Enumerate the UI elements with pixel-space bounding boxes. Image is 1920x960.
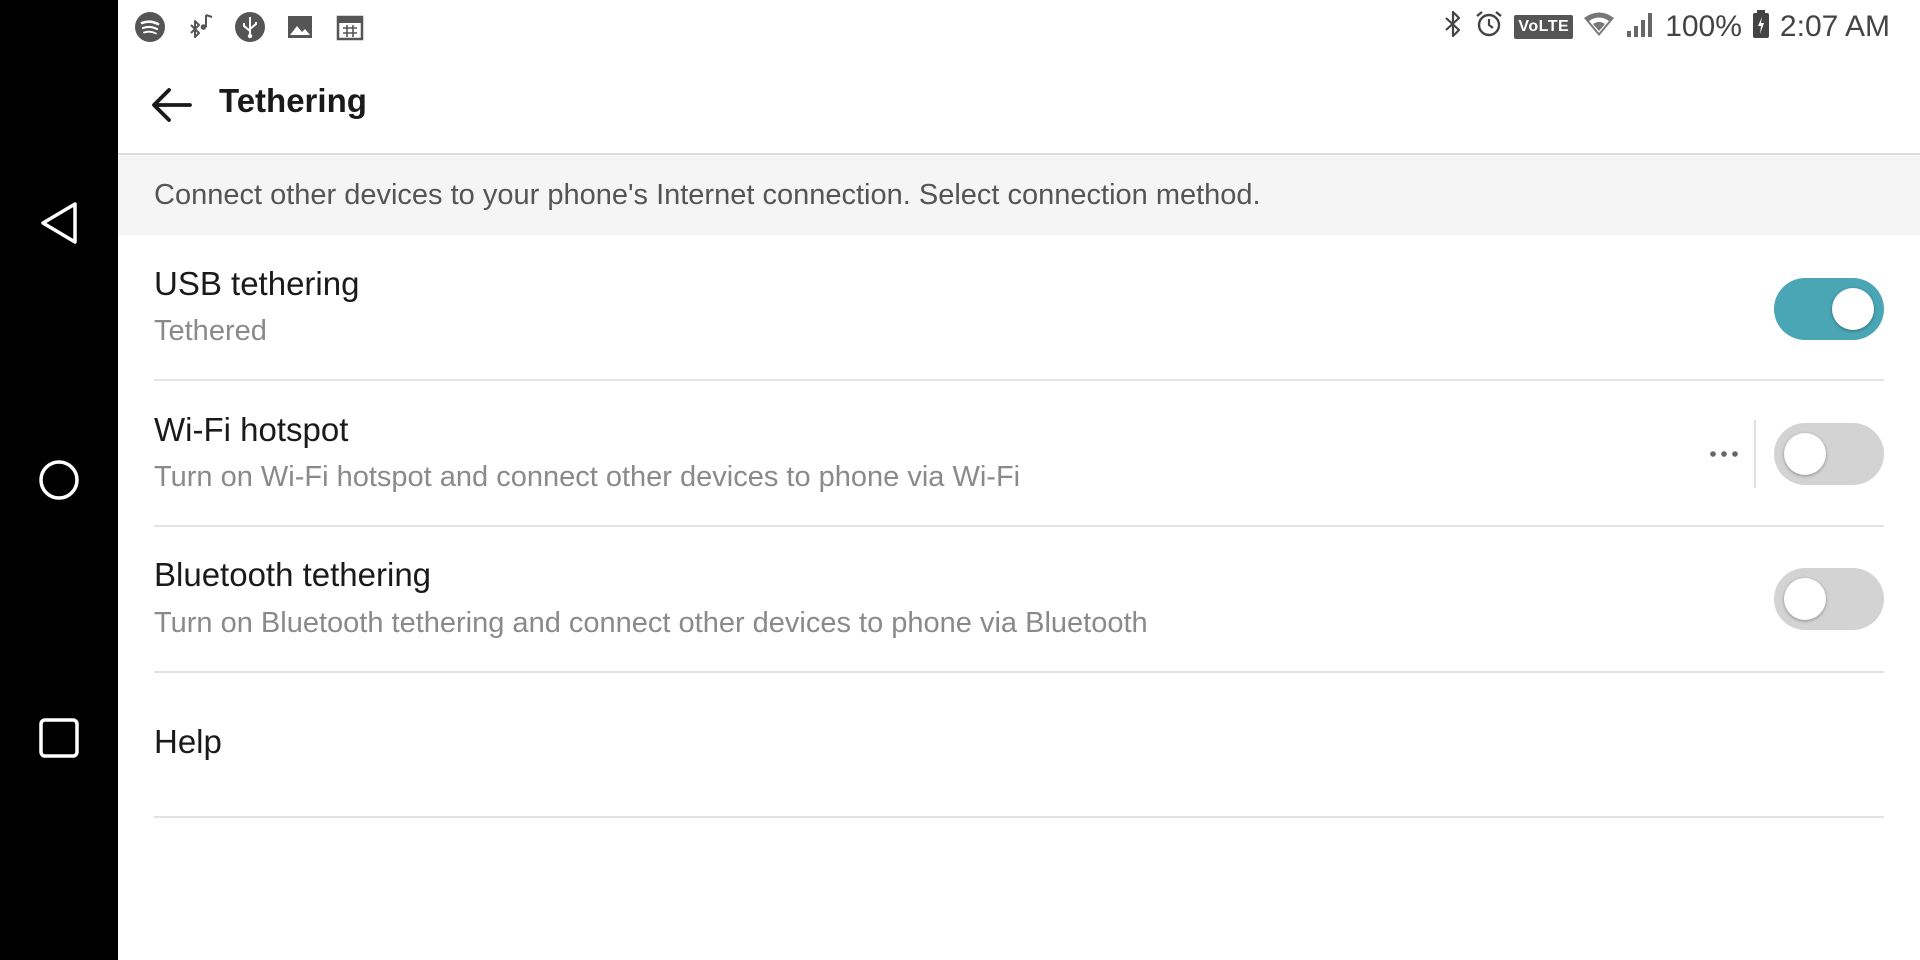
more-horizontal-icon: [1710, 451, 1738, 457]
back-button[interactable]: [144, 78, 198, 132]
setting-title: Wi-Fi hotspot: [154, 411, 349, 448]
bluetooth-tethering-toggle[interactable]: [1774, 568, 1884, 630]
toggle-knob: [1784, 433, 1826, 475]
help-item[interactable]: Help: [154, 673, 1884, 818]
setting-title: Bluetooth tethering: [154, 556, 432, 593]
wifi-hotspot-toggle[interactable]: [1774, 423, 1884, 485]
status-bar: VoLTE 100% 2:07 AM: [118, 0, 1920, 54]
clock: 2:07 AM: [1779, 10, 1890, 43]
image-icon: [284, 11, 316, 43]
toggle-knob: [1784, 578, 1826, 620]
setting-bluetooth-tethering[interactable]: Bluetooth tethering Turn on Bluetooth te…: [154, 527, 1884, 673]
nav-back-button[interactable]: [0, 178, 118, 268]
alarm-icon: [1474, 9, 1504, 46]
recents-square-icon: [39, 718, 79, 758]
setting-title: USB tethering: [154, 265, 360, 302]
system-status-icons: VoLTE 100% 2:07 AM: [1442, 8, 1890, 46]
bluetooth-icon: [1442, 9, 1464, 46]
wifi-hotspot-more-button[interactable]: [1704, 434, 1744, 474]
wifi-icon: [1583, 10, 1615, 45]
description-banner: Connect other devices to your phone's In…: [118, 156, 1920, 235]
help-label: Help: [154, 723, 222, 760]
page-title: Tethering: [219, 82, 367, 119]
app-bar: Tethering: [118, 54, 1920, 155]
back-arrow-icon: [152, 88, 192, 122]
bluetooth-music-icon: [184, 11, 216, 43]
signal-icon: [1625, 10, 1655, 45]
setting-subtitle: Turn on Wi-Fi hotspot and connect other …: [154, 461, 1021, 493]
home-circle-icon: [39, 460, 79, 500]
setting-subtitle: Tethered: [154, 315, 267, 347]
battery-percent: 100%: [1665, 10, 1742, 43]
calendar-icon: [334, 11, 366, 43]
vertical-divider: [1754, 420, 1756, 488]
main-screen: VoLTE 100% 2:07 AM Tethering Connect oth…: [118, 0, 1920, 960]
notification-icons: [134, 11, 366, 43]
back-triangle-icon: [41, 202, 77, 244]
spotify-icon: [134, 11, 166, 43]
usb-tethering-toggle[interactable]: [1774, 278, 1884, 340]
nav-home-button[interactable]: [0, 435, 118, 525]
setting-usb-tethering[interactable]: USB tethering Tethered: [154, 235, 1884, 381]
battery-icon: [1752, 9, 1770, 46]
usb-icon: [234, 11, 266, 43]
navigation-bar: [0, 0, 118, 960]
description-text: Connect other devices to your phone's In…: [154, 179, 1261, 211]
nav-recents-button[interactable]: [0, 693, 118, 783]
setting-subtitle: Turn on Bluetooth tethering and connect …: [154, 607, 1148, 639]
setting-wifi-hotspot[interactable]: Wi-Fi hotspot Turn on Wi-Fi hotspot and …: [154, 381, 1884, 527]
toggle-knob: [1832, 288, 1874, 330]
volte-badge: VoLTE: [1514, 15, 1574, 39]
